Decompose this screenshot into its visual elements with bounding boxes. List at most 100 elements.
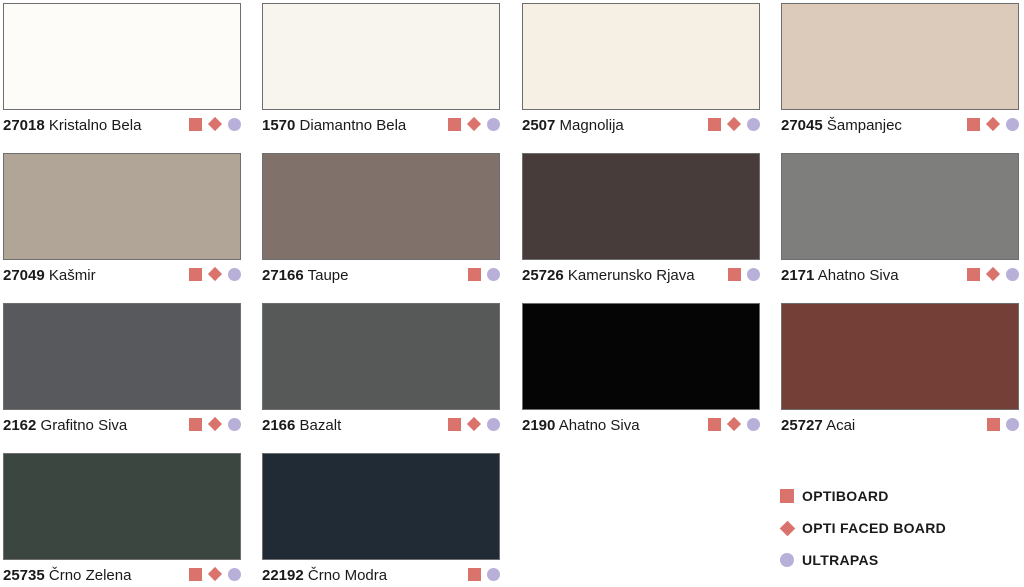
diamond-icon <box>985 266 1001 282</box>
swatch-chip <box>262 303 500 410</box>
swatch-chip <box>262 153 500 260</box>
square-icon <box>468 267 481 281</box>
legend-label: OPTIBOARD <box>802 488 889 504</box>
circle-icon <box>1006 417 1019 431</box>
circle-icon <box>747 267 760 281</box>
swatch-name: Ahatno Siva <box>558 417 640 434</box>
square-icon <box>987 417 1000 431</box>
swatch-code: 2162 <box>3 417 37 434</box>
color-swatch: 1570 Diamantno Bela <box>262 3 500 134</box>
swatch-label: 2190 Ahatno Siva <box>522 417 640 434</box>
color-swatch: 2166 Bazalt <box>262 303 500 434</box>
circle-icon <box>228 417 241 431</box>
swatch-code: 25726 <box>522 267 564 284</box>
swatch-name: Kašmir <box>48 267 96 284</box>
swatch-chip <box>781 3 1019 110</box>
swatch-name: Taupe <box>307 267 349 284</box>
swatch-code: 27045 <box>781 117 823 134</box>
swatch-name: Kristalno Bela <box>48 117 142 134</box>
availability-marks <box>448 416 500 432</box>
availability-marks <box>468 567 500 581</box>
diamond-icon <box>726 416 742 432</box>
diamond-icon <box>207 566 223 582</box>
swatch-label: 22192 Črno Modra <box>262 567 387 584</box>
color-swatch: 25735 Črno Zelena <box>3 453 241 584</box>
availability-marks <box>708 116 760 132</box>
diamond-icon <box>466 416 482 432</box>
legend-item-optiboard: OPTIBOARD <box>780 480 946 512</box>
swatch-name: Ahatno Siva <box>817 267 899 284</box>
swatch-chip <box>3 453 241 560</box>
square-icon <box>708 117 721 131</box>
legend-item-ultrapas: ULTRAPAS <box>780 544 946 576</box>
swatch-chip <box>262 453 500 560</box>
swatch-name: Kamerunsko Rjava <box>567 267 695 284</box>
swatch-chip <box>3 3 241 110</box>
availability-marks <box>189 416 241 432</box>
availability-marks <box>708 416 760 432</box>
availability-marks <box>448 116 500 132</box>
swatch-chip <box>3 303 241 410</box>
square-icon <box>967 267 980 281</box>
swatch-name: Črno Zelena <box>48 567 132 584</box>
swatch-label: 27049 Kašmir <box>3 267 96 284</box>
swatch-label: 2162 Grafitno Siva <box>3 417 127 434</box>
square-icon <box>189 567 202 581</box>
square-icon <box>468 567 481 581</box>
swatch-label: 27018 Kristalno Bela <box>3 117 141 134</box>
swatch-code: 2166 <box>262 417 296 434</box>
color-swatch: 22192 Črno Modra <box>262 453 500 584</box>
circle-icon <box>747 117 760 131</box>
swatch-name: Bazalt <box>299 417 342 434</box>
legend-item-opti-faced-board: OPTI FACED BOARD <box>779 512 947 544</box>
square-icon <box>728 267 741 281</box>
swatch-chip <box>262 3 500 110</box>
swatch-code: 22192 <box>262 567 304 584</box>
swatch-label: 2171 Ahatno Siva <box>781 267 899 284</box>
availability-marks <box>468 267 500 281</box>
swatch-label: 27045 Šampanjec <box>781 117 902 134</box>
circle-icon <box>487 567 500 581</box>
circle-icon <box>780 553 794 567</box>
availability-marks <box>967 266 1019 282</box>
availability-marks <box>189 266 241 282</box>
square-icon <box>189 417 202 431</box>
swatch-code: 27049 <box>3 267 45 284</box>
swatch-code: 27018 <box>3 117 45 134</box>
availability-marks <box>987 417 1019 431</box>
swatch-name: Magnolija <box>559 117 624 134</box>
diamond-icon <box>985 116 1001 132</box>
square-icon <box>189 117 202 131</box>
circle-icon <box>228 567 241 581</box>
square-icon <box>448 417 461 431</box>
swatch-label: 25727 Acai <box>781 417 855 434</box>
legend-label: ULTRAPAS <box>802 552 879 568</box>
circle-icon <box>228 267 241 281</box>
square-icon <box>708 417 721 431</box>
color-swatch: 25727 Acai <box>781 303 1019 434</box>
square-icon <box>448 117 461 131</box>
square-icon <box>780 489 794 503</box>
swatch-label: 2507 Magnolija <box>522 117 624 134</box>
availability-marks <box>728 267 760 281</box>
swatch-label: 1570 Diamantno Bela <box>262 117 406 134</box>
circle-icon <box>1006 117 1019 131</box>
availability-marks <box>967 116 1019 132</box>
diamond-icon <box>779 520 796 536</box>
circle-icon <box>1006 267 1019 281</box>
swatch-label: 2166 Bazalt <box>262 417 341 434</box>
swatch-chip <box>522 303 760 410</box>
legend-label: OPTI FACED BOARD <box>802 520 947 536</box>
swatch-chip <box>781 303 1019 410</box>
diamond-icon <box>207 116 223 132</box>
color-swatch: 25726 Kamerunsko Rjava <box>522 153 760 284</box>
swatch-code: 25727 <box>781 417 823 434</box>
swatch-code: 2171 <box>781 267 815 284</box>
color-swatch: 27018 Kristalno Bela <box>3 3 241 134</box>
swatch-name: Črno Modra <box>307 567 388 584</box>
swatch-label: 25726 Kamerunsko Rjava <box>522 267 695 284</box>
circle-icon <box>487 267 500 281</box>
diamond-icon <box>466 116 482 132</box>
color-swatch: 2190 Ahatno Siva <box>522 303 760 434</box>
square-icon <box>967 117 980 131</box>
